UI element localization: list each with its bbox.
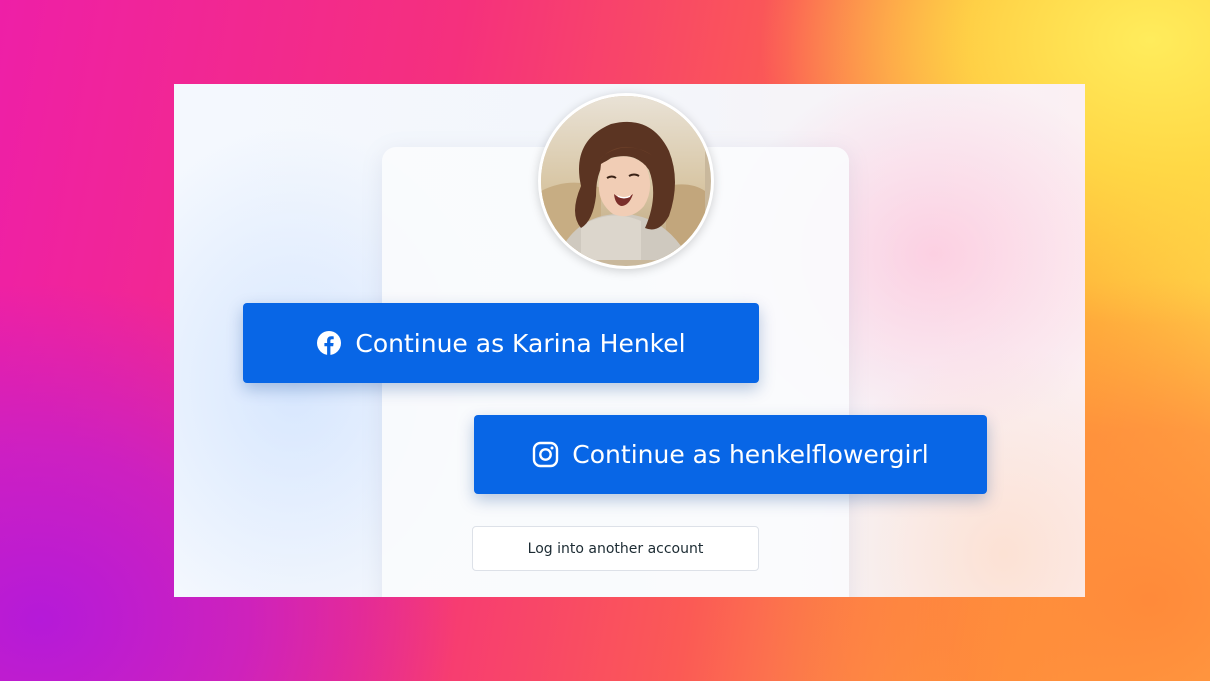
profile-photo bbox=[541, 96, 705, 260]
continue-instagram-label: Continue as henkelflowergirl bbox=[572, 440, 929, 469]
continue-facebook-button[interactable]: Continue as Karina Henkel bbox=[243, 303, 759, 383]
instagram-icon bbox=[532, 441, 559, 468]
continue-facebook-label: Continue as Karina Henkel bbox=[355, 328, 686, 358]
avatar bbox=[538, 93, 714, 269]
log-into-another-account-label: Log into another account bbox=[527, 540, 704, 557]
log-into-another-account-button[interactable]: Log into another account bbox=[472, 526, 759, 571]
facebook-icon bbox=[316, 330, 342, 356]
continue-instagram-button[interactable]: Continue as henkelflowergirl bbox=[474, 415, 987, 494]
login-stage: Continue as Karina Henkel Continue as he… bbox=[174, 84, 1085, 597]
